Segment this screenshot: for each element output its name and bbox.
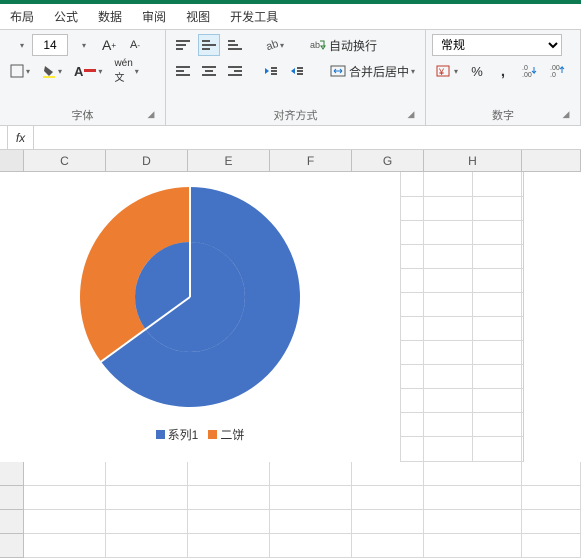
align-center-button[interactable] [198,60,220,82]
align-top-icon [176,38,190,52]
tab-review[interactable]: 审阅 [132,4,176,30]
decrease-decimal-button[interactable]: .00.0 [546,60,570,82]
font-launcher-icon[interactable]: ◢ [145,109,157,121]
svg-text:.0: .0 [522,65,528,72]
svg-text:ab: ab [265,38,278,52]
svg-text:.00: .00 [522,72,532,78]
formula-input[interactable] [34,126,581,149]
tab-view[interactable]: 视图 [176,4,220,30]
fx-button[interactable]: fx [8,126,34,149]
align-top-button[interactable] [172,34,194,56]
align-bottom-icon [228,38,242,52]
formula-bar: fx [0,126,581,150]
align-left-icon [176,64,190,78]
column-headers: C D E F G H [0,150,581,172]
currency-icon: ¥ [436,64,452,78]
merge-icon [330,64,346,78]
comma-button[interactable]: , [492,60,514,82]
align-launcher-icon[interactable]: ◢ [405,109,417,121]
svg-text:¥: ¥ [438,67,445,77]
select-all-corner[interactable] [0,150,24,171]
accounting-format-button[interactable]: ¥▾ [432,60,462,82]
wrap-icon: ab [310,38,326,52]
side-panel [523,172,581,462]
phonetic-button[interactable]: wén文▾ [110,60,142,82]
align-bottom-button[interactable] [224,34,246,56]
align-right-button[interactable] [224,60,246,82]
shrink-font-button[interactable]: A- [124,34,146,56]
number-launcher-icon[interactable]: ◢ [560,109,572,121]
merge-center-button[interactable]: 合并后居中▾ [326,60,419,82]
svg-text:.0: .0 [550,72,556,78]
tab-layout[interactable]: 布局 [0,4,44,30]
font-name-dropdown[interactable]: ▾ [6,34,28,56]
svg-text:.00: .00 [550,65,560,72]
align-center-icon [202,64,216,78]
decrease-indent-button[interactable] [260,60,282,82]
col-header-f[interactable]: F [270,150,352,171]
border-button[interactable]: ▾ [6,60,34,82]
tab-dev[interactable]: 开发工具 [220,4,288,30]
group-label-font: 字体 [72,110,94,122]
grow-font-button[interactable]: A+ [98,34,120,56]
align-middle-icon [202,38,216,52]
col-header-c[interactable]: C [24,150,106,171]
ribbon: ▾ ▾ A+ A- ▾ ▾ A ▾ wén文▾ 字体 ◢ [0,30,581,126]
group-label-number: 数字 [492,110,514,122]
embedded-pie-chart[interactable]: 系列1 二饼 [0,172,400,462]
percent-button[interactable]: % [466,60,488,82]
tab-data[interactable]: 数据 [88,4,132,30]
col-header-e[interactable]: E [188,150,270,171]
font-size-dropdown[interactable]: ▾ [72,34,94,56]
chart-legend: 系列1 二饼 [0,426,400,443]
wrap-text-button[interactable]: ab 自动换行 [306,34,381,56]
col-header-next[interactable] [522,150,581,171]
legend-swatch-1 [156,430,165,439]
ribbon-tabs: 布局 公式 数据 审阅 视图 开发工具 [0,4,581,30]
orientation-button[interactable]: ab▾ [260,34,288,56]
col-header-g[interactable]: G [352,150,424,171]
font-color-button[interactable]: A ▾ [70,60,106,82]
align-middle-button[interactable] [198,34,220,56]
fill-color-button[interactable]: ▾ [38,60,66,82]
legend-label-1: 系列1 [168,428,199,442]
font-size-input[interactable] [32,34,68,56]
name-box[interactable] [0,126,8,149]
legend-swatch-2 [208,430,217,439]
col-header-h[interactable]: H [424,150,522,171]
increase-indent-button[interactable] [286,60,308,82]
col-header-d[interactable]: D [106,150,188,171]
increase-decimal-button[interactable]: .0.00 [518,60,542,82]
align-right-icon [228,64,242,78]
tab-formula[interactable]: 公式 [44,4,88,30]
legend-label-2: 二饼 [220,428,244,442]
number-format-select[interactable]: 常规 [432,34,562,56]
svg-text:ab: ab [310,40,320,50]
align-left-button[interactable] [172,60,194,82]
group-label-align: 对齐方式 [274,110,318,122]
